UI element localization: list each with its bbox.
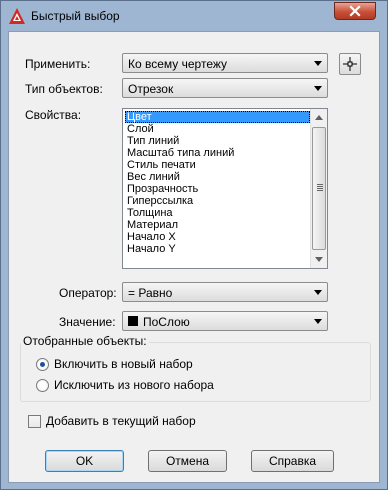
list-item[interactable]: Материал — [125, 219, 310, 231]
selection-groupbox — [20, 342, 371, 402]
include-radio-label[interactable]: Включить в новый набор — [54, 357, 193, 371]
exclude-radio-label[interactable]: Исключить из нового набора — [54, 378, 214, 392]
dialog-body: Применить: Ко всему чертежу Тип объектов… — [8, 31, 380, 483]
list-item[interactable]: Гиперссылка — [125, 195, 310, 207]
apply-label: Применить: — [25, 57, 91, 71]
selection-group-title: Отобранные объекты: — [21, 334, 149, 348]
operator-label: Оператор: — [59, 286, 117, 300]
value-combo[interactable]: ПоСлою — [122, 311, 328, 331]
scrollbar-thumb[interactable] — [312, 127, 326, 250]
exclude-radio[interactable] — [36, 379, 49, 392]
scroll-down-arrow-icon[interactable] — [311, 251, 327, 268]
radio-selected-dot — [40, 362, 45, 367]
title-bar[interactable]: Быстрый выбор — [1, 1, 387, 31]
properties-scrollbar[interactable] — [310, 109, 327, 268]
list-item[interactable]: Толщина — [125, 207, 310, 219]
select-objects-button[interactable] — [339, 53, 361, 75]
operator-value: = Равно — [128, 286, 173, 300]
list-item[interactable]: Начало X — [125, 231, 310, 243]
include-radio[interactable] — [36, 358, 49, 371]
close-button[interactable] — [334, 2, 376, 20]
list-item[interactable]: Вес линий — [125, 171, 310, 183]
properties-listbox[interactable]: Цвет Слой Тип линий Масштаб типа линий С… — [122, 108, 328, 269]
chevron-down-icon — [314, 86, 322, 91]
chevron-down-icon — [314, 319, 322, 324]
crosshair-icon — [343, 57, 357, 71]
value-label: Значение: — [59, 315, 116, 329]
apply-value: Ко всему чертежу — [128, 57, 228, 71]
value-value: ПоСлою — [143, 315, 190, 329]
object-type-value: Отрезок — [128, 82, 174, 96]
chevron-down-icon — [314, 61, 322, 66]
help-button[interactable]: Справка — [251, 450, 334, 472]
ok-button[interactable]: OK — [45, 450, 124, 472]
close-icon — [349, 5, 361, 17]
list-item[interactable]: Прозрачность — [125, 183, 310, 195]
autocad-logo-icon — [9, 8, 25, 24]
list-item[interactable]: Стиль печати — [125, 159, 310, 171]
color-swatch — [128, 316, 138, 326]
chevron-down-icon — [314, 290, 322, 295]
append-checkbox-label[interactable]: Добавить в текущий набор — [46, 414, 196, 428]
cancel-button[interactable]: Отмена — [148, 450, 227, 472]
properties-label: Свойства: — [25, 108, 82, 122]
window-title: Быстрый выбор — [31, 9, 120, 23]
operator-combo[interactable]: = Равно — [122, 282, 328, 302]
list-item[interactable]: Тип линий — [125, 135, 310, 147]
list-item[interactable]: Цвет — [125, 111, 310, 123]
object-type-combo[interactable]: Отрезок — [122, 78, 328, 98]
append-checkbox[interactable] — [28, 415, 41, 428]
list-item[interactable]: Слой — [125, 123, 310, 135]
list-item[interactable]: Масштаб типа линий — [125, 147, 310, 159]
object-type-label: Тип объектов: — [25, 82, 103, 96]
quick-select-window: Быстрый выбор Применить: Ко всему чертеж… — [0, 0, 388, 490]
scroll-up-arrow-icon[interactable] — [311, 109, 327, 126]
apply-combo[interactable]: Ко всему чертежу — [122, 53, 328, 73]
list-item[interactable]: Начало Y — [125, 243, 310, 255]
